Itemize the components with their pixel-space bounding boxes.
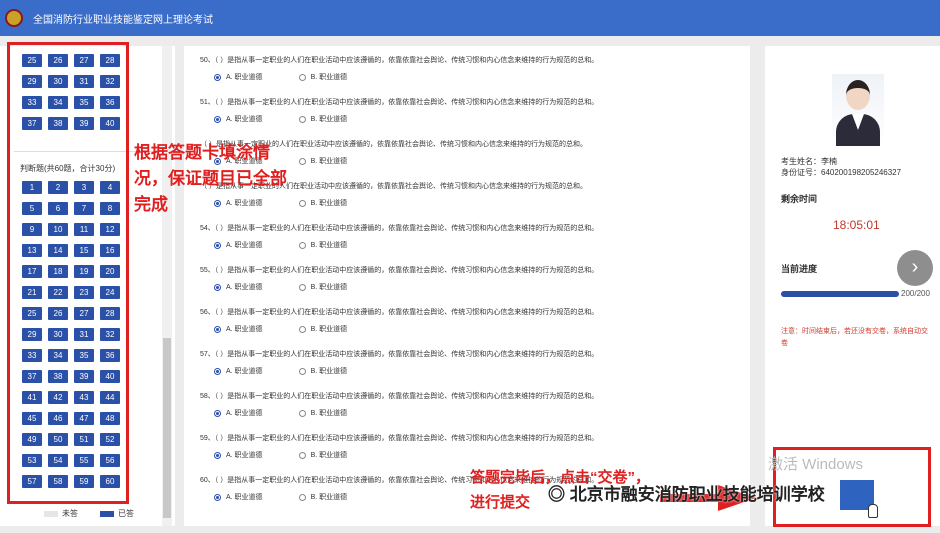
option-b-radio[interactable] [298,73,306,81]
option-b-label[interactable]: B. 职业道德 [311,114,348,124]
option-a-label[interactable]: A. 职业道德 [226,408,263,418]
option-b-radio[interactable] [298,451,306,459]
option-a-radio[interactable] [214,115,221,123]
option-a-label[interactable]: A. 职业道德 [226,366,263,376]
option-a-radio[interactable] [214,241,221,249]
annotation-check-card: 根据答题卡填涂情况，保证题目已全部完成 [134,143,287,214]
answer-legend: 未答 已答 [44,508,134,519]
option-b-radio[interactable] [298,283,306,291]
question-text: 58、（ ）是指从事一定职业的人们在职业活动中应该遵循的，依靠依靠社会舆论、传统… [200,393,599,400]
option-a-radio[interactable] [214,73,221,81]
auto-submit-note: 注意：时间结束后，若还没有交卷，系统自动交卷 [781,328,928,347]
question-options: A. 职业道德 B. 职业道德 [214,282,347,292]
question-text: 56、（ ）是指从事一定职业的人们在职业活动中应该遵循的，依靠依靠社会舆论、传统… [200,309,599,316]
candidate-photo [832,74,884,146]
fire-emblem-icon [5,9,23,27]
question-text: 55、（ ）是指从事一定职业的人们在职业活动中应该遵循的，依靠依靠社会舆论、传统… [200,267,599,274]
option-a-label[interactable]: A. 职业道德 [226,240,263,250]
question-text: 57、（ ）是指从事一定职业的人们在职业活动中应该遵循的，依靠依靠社会舆论、传统… [200,351,599,358]
question-options: A. 职业道德 B. 职业道德 [214,240,347,250]
next-page-button[interactable]: › [897,250,933,286]
question-options: A. 职业道德 B. 职业道德 [214,492,347,502]
option-b-radio[interactable] [298,157,306,165]
mouse-cursor-icon [868,504,878,518]
option-a-radio[interactable] [214,283,221,291]
option-a-radio[interactable] [214,367,221,375]
legend-unanswered: 未答 [62,509,78,518]
activate-windows-text: 激活 Windows [768,456,864,473]
question-text: 51、（ ）是指从事一定职业的人们在职业活动中应该遵循的，依靠依靠社会舆论、传统… [200,99,599,106]
question-text: 54、（ ）是指从事一定职业的人们在职业活动中应该遵循的，依靠依靠社会舆论、传统… [200,225,599,232]
progress-fill [781,291,899,297]
question-list: 50、（ ）是指从事一定职业的人们在职业活动中应该遵循的，依靠依靠社会舆论、传统… [184,46,750,526]
question-text: 59、（ ）是指从事一定职业的人们在职业活动中应该遵循的，依靠依靠社会舆论、传统… [200,435,599,442]
option-b-radio[interactable] [298,493,306,501]
option-b-radio[interactable] [298,115,306,123]
option-b-label[interactable]: B. 职业道德 [311,282,348,292]
watermark-text: 北京市融安消防职业技能培训学校 [569,485,825,504]
answer-card-highlight [7,42,129,504]
option-a-label[interactable]: A. 职业道德 [226,72,263,82]
progress-count: 200/200 [901,289,930,298]
question-text: 50、（ ）是指从事一定职业的人们在职业活动中应该遵循的，依靠依靠社会舆论、传统… [200,57,599,64]
option-b-radio[interactable] [298,199,306,207]
question-options: A. 职业道德 B. 职业道德 [214,72,347,82]
school-watermark: ◎ 北京市融安消防职业技能培训学校 [548,485,825,504]
progress-label: 当前进度 [781,264,818,274]
option-a-radio[interactable] [214,325,221,333]
question-options: A. 职业道德 B. 职业道德 [214,408,347,418]
option-b-label[interactable]: B. 职业道德 [311,240,348,250]
option-a-label[interactable]: A. 职业道德 [226,324,263,334]
option-b-label[interactable]: B. 职业道德 [311,408,348,418]
option-b-label[interactable]: B. 职业道德 [311,324,348,334]
answered-swatch [100,510,114,517]
option-b-radio[interactable] [298,367,306,375]
option-b-radio[interactable] [298,325,306,333]
option-b-radio[interactable] [298,409,306,417]
legend-answered: 已答 [118,509,134,518]
option-b-label[interactable]: B. 职业道德 [311,492,348,502]
remaining-time-label: 剩余时间 [781,194,818,204]
option-a-label[interactable]: A. 职业道德 [226,114,263,124]
option-a-label[interactable]: A. 职业道德 [226,450,263,460]
option-b-label[interactable]: B. 职业道德 [311,156,348,166]
option-a-radio[interactable] [214,409,221,417]
question-options: A. 职业道德 B. 职业道德 [214,324,347,334]
candidate-name: 考生姓名：李楠 [781,157,837,166]
option-b-label[interactable]: B. 职业道德 [311,72,348,82]
app-header: 全国消防行业职业技能鉴定网上理论考试 [0,0,940,36]
scroll-thumb[interactable] [163,338,171,518]
question-options: A. 职业道德 B. 职业道德 [214,366,347,376]
option-b-label[interactable]: B. 职业道德 [311,450,348,460]
left-scrollbar[interactable] [162,46,172,526]
app-title: 全国消防行业职业技能鉴定网上理论考试 [33,14,213,26]
question-options: A. 职业道德 B. 职业道德 [214,450,347,460]
progress-bar [781,291,899,297]
option-a-label[interactable]: A. 职业道德 [226,492,263,502]
option-a-radio[interactable] [214,451,221,459]
candidate-id: 身份证号：640200198205246327 [781,168,902,177]
option-a-label[interactable]: A. 职业道德 [226,282,263,292]
question-options: A. 职业道德 B. 职业道德 [214,114,347,124]
option-b-radio[interactable] [298,241,306,249]
option-b-label[interactable]: B. 职业道德 [311,198,348,208]
option-b-label[interactable]: B. 职业道德 [311,366,348,376]
unanswered-swatch [44,510,58,517]
option-a-radio[interactable] [214,493,221,501]
remaining-time: 18:05:01 [833,218,880,232]
